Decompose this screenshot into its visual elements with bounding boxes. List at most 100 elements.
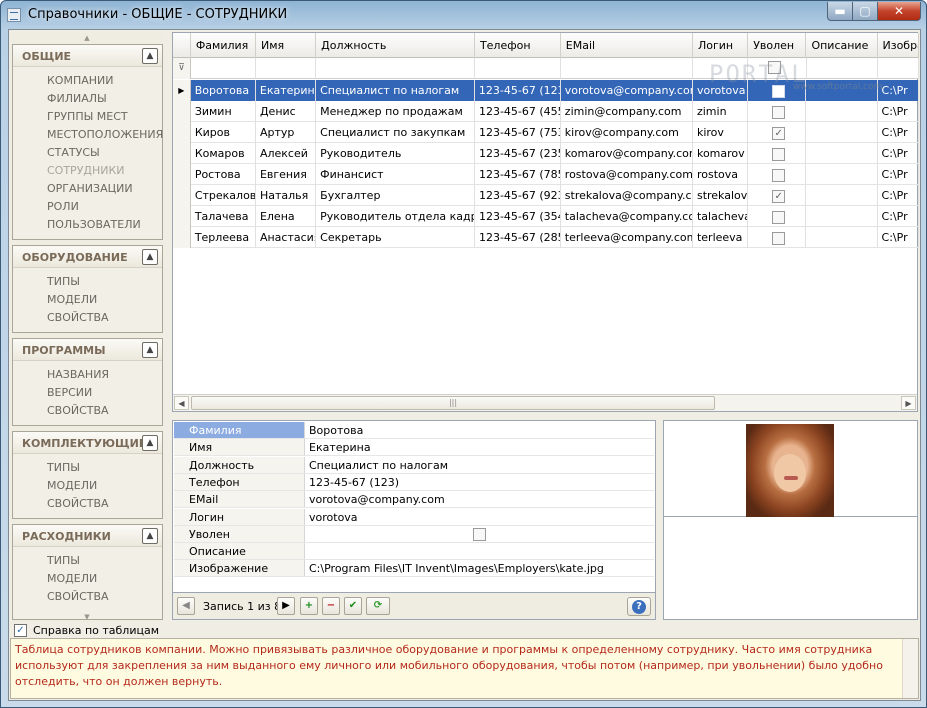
sidebar-group-header[interactable]: РАСХОДНИКИ ▲ [13, 525, 162, 547]
column-header[interactable]: Имя [256, 33, 317, 58]
table-cell[interactable]: komarov@company.com [561, 143, 693, 164]
sidebar-item[interactable]: КОМПАНИИ [47, 72, 162, 90]
unchecked-checkbox[interactable] [772, 168, 786, 182]
delete-record-button[interactable]: − [322, 597, 340, 615]
table-cell[interactable]: C:\Pr [878, 143, 919, 164]
table-cell[interactable]: zimin [693, 101, 749, 122]
detail-value[interactable]: 123-45-67 (123) [305, 474, 654, 490]
row-indicator[interactable] [173, 206, 191, 227]
table-row[interactable]: СтрекаловаНатальяБухгалтер123-45-67 (923… [173, 185, 919, 206]
table-cell[interactable] [806, 143, 878, 164]
detail-row[interactable]: Логин vorotova [174, 508, 654, 526]
table-cell[interactable] [806, 164, 878, 185]
sidebar-item[interactable]: ГРУППЫ МЕСТ [47, 108, 162, 126]
horizontal-scrollbar[interactable]: ◀ ||| ▶ [173, 394, 917, 411]
table-cell[interactable]: C:\Pr [878, 185, 919, 206]
help-button[interactable]: ? [627, 597, 651, 616]
table-cell[interactable]: kirov@company.com [561, 122, 693, 143]
table-cell[interactable]: strekalova@company.com [561, 185, 693, 206]
sidebar-item[interactable]: СВОЙСТВА [47, 309, 162, 327]
sidebar-item[interactable]: НАЗВАНИЯ [47, 366, 162, 384]
help-scrollbar[interactable] [902, 639, 918, 698]
help-checkbox-label[interactable]: Справка по таблицам [33, 624, 159, 637]
sidebar-group-header[interactable]: ОБОРУДОВАНИЕ ▲ [13, 246, 162, 268]
prev-record-button[interactable]: ◀ [177, 597, 195, 615]
table-cell[interactable]: Зимин [191, 101, 256, 122]
table-cell[interactable]: Финансист [316, 164, 475, 185]
table-cell[interactable]: Секретарь [316, 227, 475, 248]
fired-cell[interactable]: ✓ [748, 122, 807, 143]
table-cell[interactable] [806, 227, 878, 248]
table-cell[interactable]: talacheva [693, 206, 749, 227]
scroll-right-button[interactable]: ▶ [901, 396, 916, 410]
table-cell[interactable]: Руководитель [316, 143, 475, 164]
table-row[interactable]: Киров Артур Специалист по закупкам 123-45-6… [173, 122, 919, 143]
table-cell[interactable]: Специалист по налогам [316, 80, 475, 101]
table-cell[interactable]: Анастасия [256, 227, 317, 248]
table-cell[interactable]: Алексей [256, 143, 317, 164]
row-indicator[interactable] [173, 164, 191, 185]
sidebar-item[interactable]: СВОЙСТВА [47, 495, 162, 513]
filter-icon[interactable]: ⊽ [173, 58, 191, 79]
sidebar-group-header[interactable]: ОБЩИЕ ▲ [13, 45, 162, 67]
table-cell[interactable]: Воротова [190, 80, 256, 101]
filter-cell[interactable] [256, 58, 317, 79]
table-cell[interactable]: Бухгалтер [316, 185, 475, 206]
filter-cell[interactable] [807, 58, 878, 79]
table-cell[interactable]: 123-45-67 (285) [475, 227, 561, 248]
sidebar-item[interactable]: ФИЛИАЛЫ [47, 90, 162, 108]
table-cell[interactable]: Киров [191, 122, 256, 143]
column-header[interactable]: Описание [806, 33, 878, 58]
sidebar-item[interactable]: ТИПЫ [47, 459, 162, 477]
table-cell[interactable]: C:\Pr [878, 206, 919, 227]
collapse-icon[interactable]: ▲ [142, 48, 158, 64]
collapse-icon[interactable]: ▲ [142, 249, 158, 265]
column-header[interactable]: Фамилия [191, 33, 256, 58]
table-cell[interactable]: C:\Pr [878, 164, 919, 185]
table-cell[interactable]: Елена [256, 206, 317, 227]
unchecked-checkbox[interactable] [772, 147, 786, 161]
table-cell[interactable]: Евгения [256, 164, 317, 185]
column-header[interactable]: EMail [561, 33, 693, 58]
detail-value[interactable]: Специалист по налогам [305, 457, 654, 473]
detail-row[interactable]: Должность Специалист по налогам [174, 456, 654, 474]
sidebar-item[interactable]: СВОЙСТВА [47, 402, 162, 420]
row-indicator[interactable]: ▶ [173, 80, 191, 101]
save-record-button[interactable]: ✔ [344, 597, 362, 615]
sidebar-item[interactable]: СОТРУДНИКИ [47, 162, 162, 180]
filter-cell[interactable] [191, 58, 256, 79]
table-cell[interactable]: C:\Pr [877, 80, 920, 101]
fired-cell[interactable]: ✓ [748, 185, 807, 206]
sidebar-item[interactable]: МЕСТОПОЛОЖЕНИЯ [47, 126, 163, 144]
table-row[interactable]: Зимин Денис Менеджер по продажам 123-45-67 … [173, 101, 919, 122]
sidebar-item[interactable]: СТАТУСЫ [47, 144, 162, 162]
table-cell[interactable]: Комаров [191, 143, 256, 164]
title-bar[interactable]: Справочники - ОБЩИЕ - СОТРУДНИКИ ▬ ▢ ✕ [1, 1, 926, 29]
filter-cell[interactable] [878, 58, 919, 79]
sidebar-item[interactable]: МОДЕЛИ [47, 570, 162, 588]
add-record-button[interactable]: + [300, 597, 318, 615]
table-cell[interactable]: terleeva [693, 227, 749, 248]
table-cell[interactable]: Ростова [191, 164, 256, 185]
filter-cell[interactable] [316, 58, 475, 79]
table-cell[interactable]: Менеджер по продажам [316, 101, 475, 122]
table-cell[interactable]: rostova@company.com [561, 164, 693, 185]
table-cell[interactable]: 123-45-67 (785) [475, 164, 561, 185]
table-row[interactable]: Комаров Алексей Руководитель 123-45-67 (235… [173, 143, 919, 164]
sidebar-item[interactable]: ТИПЫ [47, 552, 162, 570]
table-cell[interactable]: Денис [256, 101, 317, 122]
table-cell[interactable] [806, 101, 878, 122]
sidebar-item[interactable]: ТИПЫ [47, 273, 162, 291]
table-cell[interactable]: C:\Pr [878, 122, 919, 143]
table-cell[interactable]: Руководитель отдела кадров [316, 206, 475, 227]
column-header[interactable]: Изображение [878, 33, 919, 58]
table-row[interactable]: Ростова Евгения Финансист 123-45-67 (785) ro… [173, 164, 919, 185]
table-cell[interactable] [806, 185, 878, 206]
checked-checkbox[interactable]: ✓ [772, 126, 786, 140]
sidebar-item[interactable]: РОЛИ [47, 198, 162, 216]
close-button[interactable]: ✕ [877, 2, 921, 21]
scroll-left-button[interactable]: ◀ [174, 396, 189, 410]
row-indicator[interactable] [173, 122, 191, 143]
detail-value[interactable]: Екатерина [305, 439, 654, 455]
sidebar-group-header[interactable]: ПРОГРАММЫ ▲ [13, 339, 162, 361]
